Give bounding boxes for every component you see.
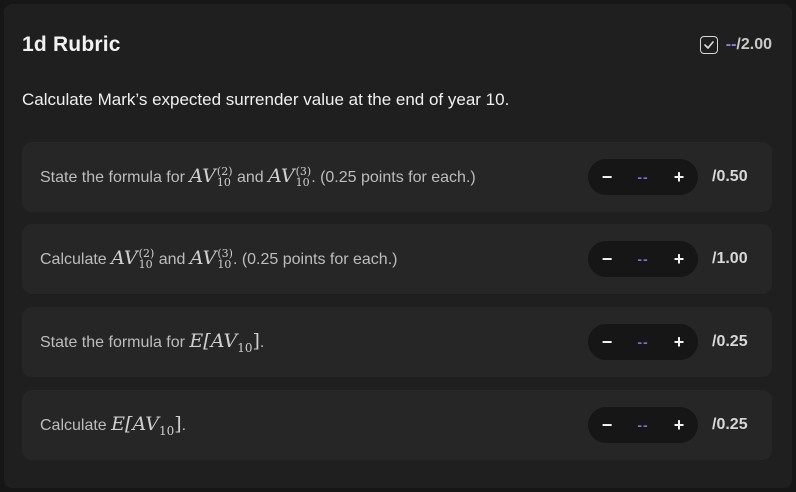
math-expectation: E[AV10] xyxy=(189,329,260,355)
math-av3: AV (3) 10 xyxy=(268,165,311,189)
item-text-suffix: . (0.25 points for each.) xyxy=(232,251,398,269)
rubric-title: 1d Rubric xyxy=(22,33,121,56)
math-sub: 10 xyxy=(295,175,310,189)
score-stepper: − -- + xyxy=(588,241,698,277)
stepper-value[interactable]: -- xyxy=(637,417,648,433)
rubric-item: State the formula for AV (2) 10 and AV (3) 1… xyxy=(22,142,772,212)
rubric-item: Calculate E[AV10]. − -- + /0.25 xyxy=(22,390,772,460)
max-points: /1.00 xyxy=(712,250,748,267)
item-text-prefix: State the formula for xyxy=(40,333,190,351)
item-text-prefix: Calculate xyxy=(40,251,112,269)
decrement-button[interactable]: − xyxy=(598,415,616,436)
math-sub: 10 xyxy=(158,423,175,438)
score-stepper: − -- + xyxy=(588,159,698,195)
decrement-button[interactable]: − xyxy=(598,332,616,353)
item-text-suffix: . xyxy=(181,416,187,434)
item-text-suffix: . xyxy=(259,333,265,351)
math-symbol: AV xyxy=(111,247,138,270)
math-sub: 10 xyxy=(237,340,253,355)
math-symbol: AV xyxy=(189,165,216,188)
decrement-button[interactable]: − xyxy=(598,249,616,270)
rubric-item-text: State the formula for E[AV10]. xyxy=(40,330,588,355)
math-av2: AV (2) 10 xyxy=(189,165,232,189)
rubric-item-text: Calculate E[AV10]. xyxy=(40,413,588,438)
stepper-value[interactable]: -- xyxy=(637,334,648,350)
stepper-value[interactable]: -- xyxy=(637,169,648,185)
rubric-item-text: Calculate AV (2) 10 and AV (3) 10. (0.25 poi… xyxy=(40,247,588,271)
item-text-mid: and xyxy=(154,251,190,269)
increment-button[interactable]: + xyxy=(670,415,688,436)
score-current: -- xyxy=(725,36,737,53)
math-expectation: E[AV10] xyxy=(111,412,182,438)
increment-button[interactable]: + xyxy=(670,332,688,353)
question-text: Calculate Mark’s expected surrender valu… xyxy=(22,90,510,109)
math-symbol: AV xyxy=(189,247,217,270)
rubric-header: 1d Rubric --/2.00 xyxy=(22,30,772,60)
math-expr: E[AV xyxy=(111,412,159,435)
score-stepper: − -- + xyxy=(588,407,698,443)
math-symbol: AV xyxy=(268,165,295,188)
rubric-item: State the formula for E[AV10]. − -- + /0… xyxy=(22,307,772,377)
math-close: ] xyxy=(174,412,182,435)
item-text-suffix: . (0.25 points for each.) xyxy=(311,169,476,187)
score-text: --/2.00 xyxy=(726,36,772,54)
item-text-prefix: Calculate xyxy=(40,416,112,434)
max-points: /0.25 xyxy=(712,333,748,350)
max-points: /0.25 xyxy=(712,416,748,433)
math-close: ] xyxy=(252,329,260,352)
increment-button[interactable]: + xyxy=(670,167,688,188)
checkbox-icon[interactable] xyxy=(699,36,718,54)
item-text-prefix: State the formula for xyxy=(40,169,190,187)
rubric-item-text: State the formula for AV (2) 10 and AV (3) 1… xyxy=(40,165,588,189)
rubric-item: Calculate AV (2) 10 and AV (3) 10. (0.25 poi… xyxy=(22,224,772,294)
math-av2: AV (2) 10 xyxy=(111,247,154,271)
score-stepper: − -- + xyxy=(588,324,698,360)
increment-button[interactable]: + xyxy=(670,249,688,270)
math-sub: 10 xyxy=(138,257,153,271)
score-total: /2.00 xyxy=(736,36,772,53)
decrement-button[interactable]: − xyxy=(598,167,616,188)
stepper-value[interactable]: -- xyxy=(637,251,648,267)
math-av3: AV (3) 10 xyxy=(189,247,233,271)
math-sub: 10 xyxy=(216,175,231,189)
max-points: /0.50 xyxy=(712,168,748,185)
math-sub: 10 xyxy=(217,257,232,271)
rubric-panel: 1d Rubric --/2.00 Calculate Mark’s expec… xyxy=(4,4,792,488)
item-text-mid: and xyxy=(232,169,269,187)
math-expr: E[AV xyxy=(189,329,238,352)
total-score: --/2.00 xyxy=(699,36,772,54)
